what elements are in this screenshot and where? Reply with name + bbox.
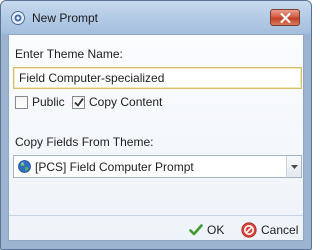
ok-button[interactable]: OK [189,221,224,239]
public-checkbox[interactable] [15,96,28,109]
close-button[interactable] [270,9,300,26]
close-icon [280,13,291,23]
title-bar[interactable]: New Prompt [1,1,311,34]
copy-content-checkbox[interactable] [72,96,85,109]
cancel-button[interactable]: Cancel [241,221,298,239]
ok-label: OK [207,223,225,237]
footer-divider [9,215,303,216]
theme-name-label: Enter Theme Name: [15,47,123,61]
app-icon [11,11,25,25]
theme-name-input[interactable] [13,67,302,89]
copy-fields-label: Copy Fields From Theme: [15,135,154,149]
cancel-icon [241,222,257,238]
dialog-window: New Prompt Enter Theme Name: Public Copy… [0,0,312,250]
window-title: New Prompt [32,11,99,25]
check-mark-icon [74,97,84,107]
dialog-body: Enter Theme Name: Public Copy Content Co… [8,34,304,241]
check-icon [189,224,203,236]
chevron-down-icon [291,165,298,169]
public-label: Public [32,95,65,109]
dropdown-arrow-button[interactable] [286,156,301,177]
cancel-label: Cancel [261,223,299,237]
copy-fields-dropdown[interactable]: [PCS] Field Computer Prompt [13,155,302,178]
globe-icon [18,160,31,173]
copy-content-label: Copy Content [89,95,163,109]
dropdown-selected-value: [PCS] Field Computer Prompt [35,160,194,174]
